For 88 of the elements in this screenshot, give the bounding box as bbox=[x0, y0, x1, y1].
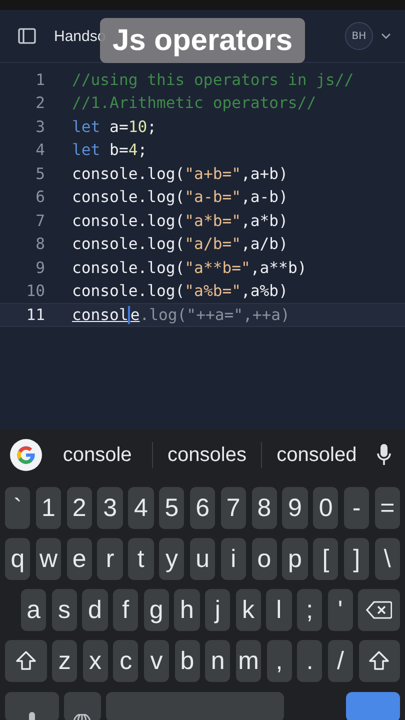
key[interactable]: , bbox=[266, 640, 292, 682]
key[interactable]: ; bbox=[297, 589, 322, 631]
suggestion[interactable]: console bbox=[43, 444, 152, 466]
key[interactable]: m bbox=[236, 640, 262, 682]
microphone-icon[interactable] bbox=[377, 444, 392, 466]
key[interactable]: 6 bbox=[190, 487, 216, 529]
key[interactable]: 5 bbox=[159, 487, 184, 529]
key[interactable]: j bbox=[205, 589, 230, 631]
key[interactable]: k bbox=[236, 589, 261, 631]
code-line: console.log("a%b=",a%b) bbox=[72, 282, 288, 300]
chevron-down-icon[interactable] bbox=[381, 33, 391, 39]
key[interactable]: y bbox=[159, 538, 184, 580]
key[interactable]: g bbox=[144, 589, 169, 631]
key[interactable]: ` bbox=[5, 487, 30, 529]
key[interactable]: h bbox=[174, 589, 200, 631]
line-number: 8 bbox=[34, 235, 45, 254]
shift-key[interactable] bbox=[358, 640, 400, 682]
key[interactable]: q bbox=[5, 538, 30, 580]
line-number: 10 bbox=[25, 282, 45, 300]
line-number: 3 bbox=[34, 118, 45, 136]
key[interactable]: a bbox=[21, 589, 46, 631]
key[interactable]: s bbox=[52, 589, 77, 631]
code-line: let a=10; bbox=[72, 118, 157, 136]
key[interactable]: d bbox=[82, 589, 108, 631]
key[interactable]: 3 bbox=[97, 487, 123, 529]
suggestion[interactable]: consoled bbox=[262, 444, 372, 466]
line-number: 7 bbox=[34, 212, 45, 230]
line-number: 9 bbox=[34, 258, 45, 277]
line-number: 4 bbox=[34, 141, 45, 160]
key[interactable]: b bbox=[174, 640, 200, 682]
line-number: 11 bbox=[25, 306, 45, 324]
key[interactable]: 2 bbox=[66, 487, 92, 529]
enter-key[interactable] bbox=[346, 692, 400, 720]
key[interactable]: n bbox=[205, 640, 230, 682]
key[interactable]: w bbox=[36, 538, 62, 580]
key[interactable]: 9 bbox=[282, 487, 308, 529]
key[interactable]: v bbox=[144, 640, 170, 682]
key[interactable]: f bbox=[113, 589, 138, 631]
key[interactable]: p bbox=[282, 538, 308, 580]
suggestion[interactable]: consoles bbox=[152, 444, 262, 466]
key[interactable]: 4 bbox=[128, 487, 154, 529]
key[interactable]: t bbox=[128, 538, 154, 580]
globe-icon bbox=[73, 714, 92, 720]
key[interactable]: u bbox=[190, 538, 216, 580]
sidebar-toggle-icon[interactable] bbox=[18, 28, 36, 44]
key[interactable]: x bbox=[82, 640, 108, 682]
avatar[interactable]: BH bbox=[345, 22, 373, 50]
globe-key[interactable] bbox=[64, 692, 101, 720]
mic-key[interactable] bbox=[5, 692, 59, 720]
key[interactable]: i bbox=[220, 538, 246, 580]
backspace-icon bbox=[366, 601, 392, 619]
code-line: //1.Arithmetic operators// bbox=[72, 94, 316, 112]
key[interactable]: = bbox=[374, 487, 400, 529]
code-line: consol e.log("++a=",++a) bbox=[72, 306, 290, 324]
project-title: Handso bbox=[54, 28, 106, 44]
key[interactable]: r bbox=[97, 538, 123, 580]
key[interactable]: ' bbox=[328, 589, 353, 631]
key[interactable]: - bbox=[344, 487, 370, 529]
line-number: 2 bbox=[34, 94, 45, 112]
key[interactable]: [ bbox=[313, 538, 338, 580]
shift-icon bbox=[368, 650, 390, 672]
key[interactable]: 7 bbox=[220, 487, 246, 529]
key[interactable]: l bbox=[266, 589, 292, 631]
code-line: console.log("a**b=",a**b) bbox=[72, 258, 307, 277]
code-line: let b=4; bbox=[72, 141, 148, 160]
colored-ring-icon[interactable] bbox=[9, 438, 43, 472]
key[interactable]: 0 bbox=[313, 487, 338, 529]
key[interactable]: z bbox=[52, 640, 78, 682]
key[interactable]: \ bbox=[374, 538, 400, 580]
shift-key[interactable] bbox=[5, 640, 46, 682]
shift-icon bbox=[14, 650, 37, 672]
key[interactable]: 8 bbox=[252, 487, 277, 529]
code-line: console.log("a-b=",a-b) bbox=[72, 188, 288, 206]
key[interactable]: e bbox=[66, 538, 92, 580]
key[interactable]: / bbox=[328, 640, 354, 682]
backspace-key[interactable] bbox=[358, 589, 400, 631]
key[interactable]: ] bbox=[344, 538, 370, 580]
line-number: 6 bbox=[34, 188, 45, 206]
key[interactable]: . bbox=[297, 640, 322, 682]
line-number: 5 bbox=[34, 164, 45, 183]
key[interactable]: 1 bbox=[36, 487, 62, 529]
code-line: console.log("a+b=",a+b) bbox=[72, 164, 288, 183]
line-number: 1 bbox=[34, 70, 45, 89]
key[interactable]: o bbox=[252, 538, 277, 580]
code-line: console.log("a*b=",a*b) bbox=[72, 212, 288, 230]
code-line: //using this operators in js// bbox=[72, 70, 354, 89]
code-line: console.log("a/b=",a/b) bbox=[72, 235, 288, 254]
key[interactable]: c bbox=[113, 640, 138, 682]
